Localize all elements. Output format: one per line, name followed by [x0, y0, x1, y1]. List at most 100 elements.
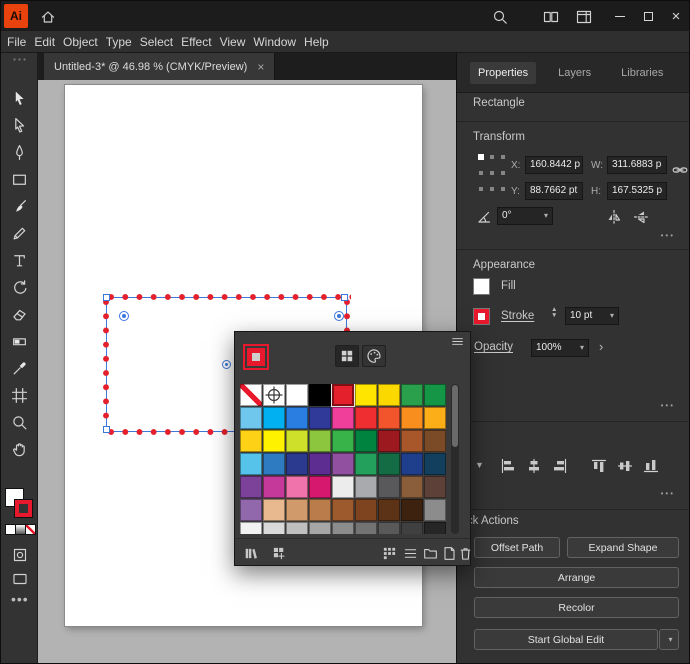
swatch[interactable]: [401, 453, 423, 475]
tab-properties[interactable]: Properties: [470, 61, 537, 84]
swatch-none[interactable]: [240, 384, 262, 406]
eraser-tool[interactable]: [8, 303, 31, 326]
swatch[interactable]: [240, 476, 262, 498]
align-section-caret[interactable]: ▼: [475, 460, 484, 470]
toolbar-more-icon[interactable]: •••: [11, 591, 29, 607]
link-dimensions-icon[interactable]: [671, 161, 689, 179]
document-tab[interactable]: Untitled-3* @ 46.98 % (CMYK/Preview) ×: [44, 53, 276, 80]
eyedropper-tool[interactable]: [8, 357, 31, 380]
swatch[interactable]: [424, 453, 446, 475]
reference-point-widget[interactable]: [478, 154, 505, 195]
screen-mode-icon[interactable]: [8, 567, 31, 590]
swatch[interactable]: [286, 499, 308, 521]
swatch[interactable]: [424, 430, 446, 452]
swatch[interactable]: [424, 476, 446, 498]
swatch[interactable]: [263, 407, 285, 429]
swatch[interactable]: [355, 407, 377, 429]
menu-select[interactable]: Select: [140, 35, 173, 49]
swatch[interactable]: [355, 522, 377, 534]
menu-file[interactable]: File: [7, 35, 26, 49]
swatch[interactable]: [401, 430, 423, 452]
swatch[interactable]: [240, 407, 262, 429]
swatch[interactable]: [378, 384, 400, 406]
swatch[interactable]: [401, 384, 423, 406]
menu-object[interactable]: Object: [63, 35, 98, 49]
appearance-more-options[interactable]: •••: [661, 401, 675, 410]
swatch[interactable]: [355, 453, 377, 475]
rotate-tool[interactable]: [8, 276, 31, 299]
swatch[interactable]: [401, 522, 423, 534]
transform-more-options[interactable]: •••: [661, 231, 675, 240]
swatch[interactable]: [263, 499, 285, 521]
paintbrush-tool[interactable]: [8, 195, 31, 218]
swatch[interactable]: [378, 522, 400, 534]
align-bottom-icon[interactable]: [642, 457, 659, 474]
swatch[interactable]: [424, 499, 446, 521]
opacity-options-arrow[interactable]: ›: [599, 339, 603, 354]
expand-shape-button[interactable]: Expand Shape: [567, 537, 679, 558]
corner-widget-left[interactable]: [119, 311, 129, 321]
fill-label[interactable]: Fill: [501, 280, 516, 292]
workspace-icon[interactable]: [575, 8, 593, 26]
swatch[interactable]: [378, 499, 400, 521]
swatch[interactable]: [355, 384, 377, 406]
swatch[interactable]: [332, 430, 354, 452]
new-color-group-icon[interactable]: [422, 545, 438, 561]
flip-horizontal-icon[interactable]: [605, 208, 623, 226]
arrange-button[interactable]: Arrange: [474, 567, 679, 588]
maximize-button[interactable]: [635, 1, 661, 31]
swatch[interactable]: [286, 430, 308, 452]
tab-close-icon[interactable]: ×: [257, 60, 264, 74]
draw-mode-icon[interactable]: [8, 543, 31, 566]
minimize-button[interactable]: [607, 1, 633, 31]
swatch[interactable]: [240, 453, 262, 475]
swatch[interactable]: [309, 522, 331, 534]
none-mini-icon[interactable]: [26, 525, 35, 534]
swatch-selected[interactable]: [332, 384, 354, 406]
direct-selection-tool[interactable]: [8, 114, 31, 137]
start-global-edit-dropdown[interactable]: ▾: [659, 629, 679, 650]
swatch[interactable]: [378, 430, 400, 452]
swatch[interactable]: [332, 522, 354, 534]
swatch[interactable]: [240, 522, 262, 534]
swatch-registration[interactable]: [263, 384, 285, 406]
swatch[interactable]: [424, 522, 446, 534]
recolor-button[interactable]: Recolor: [474, 597, 679, 618]
swatch[interactable]: [309, 407, 331, 429]
menu-window[interactable]: Window: [253, 35, 296, 49]
artboard-tool[interactable]: [8, 384, 31, 407]
align-more-options[interactable]: •••: [661, 489, 675, 498]
swatch[interactable]: [309, 453, 331, 475]
align-top-icon[interactable]: [590, 457, 607, 474]
swatch[interactable]: [286, 522, 308, 534]
anchor-top-left[interactable]: [103, 294, 110, 301]
pen-tool[interactable]: [8, 141, 31, 164]
swatch[interactable]: [286, 453, 308, 475]
swatch[interactable]: [401, 499, 423, 521]
swatch[interactable]: [263, 430, 285, 452]
stroke-label[interactable]: Stroke: [501, 310, 534, 322]
swatch[interactable]: [424, 407, 446, 429]
swatch[interactable]: [286, 384, 308, 406]
swatch[interactable]: [355, 476, 377, 498]
menu-view[interactable]: View: [220, 35, 246, 49]
swatches-scrollbar[interactable]: [451, 384, 459, 534]
menu-effect[interactable]: Effect: [181, 35, 211, 49]
stroke-proxy-swatch[interactable]: [243, 344, 269, 370]
stroke-swatch[interactable]: [474, 309, 489, 324]
gradient-mini-icon[interactable]: [16, 525, 25, 534]
opacity-label[interactable]: Opacity: [474, 341, 513, 353]
stroke-weight-dropdown[interactable]: 10 pt ▾: [565, 307, 619, 325]
toolbar-grip[interactable]: [12, 57, 27, 62]
home-icon[interactable]: [39, 8, 57, 26]
delete-swatch-icon[interactable]: [457, 545, 473, 561]
swatch[interactable]: [309, 499, 331, 521]
menu-edit[interactable]: Edit: [34, 35, 55, 49]
align-v-center-icon[interactable]: [616, 457, 633, 474]
type-tool[interactable]: [8, 249, 31, 272]
swatch[interactable]: [263, 476, 285, 498]
swatch-libraries-icon[interactable]: [243, 545, 259, 561]
new-swatch-icon[interactable]: [441, 545, 457, 561]
align-left-icon[interactable]: [499, 457, 516, 474]
x-field[interactable]: 160.8442 p: [525, 156, 583, 174]
